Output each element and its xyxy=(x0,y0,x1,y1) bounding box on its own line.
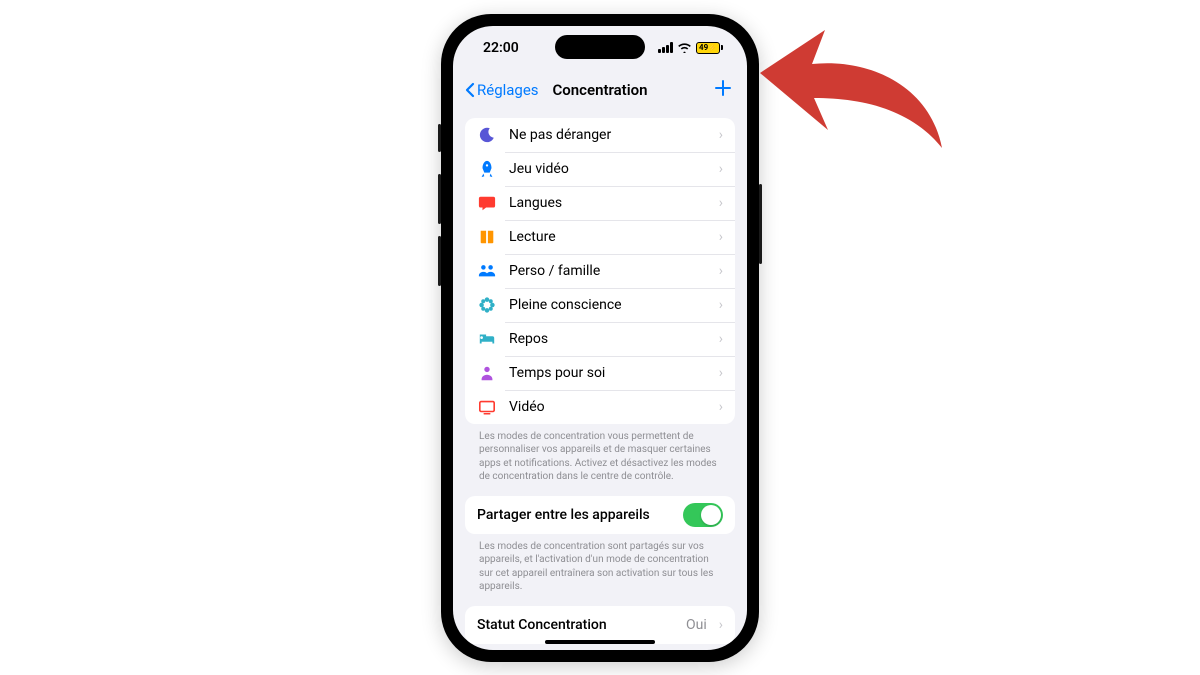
chevron-right-icon: › xyxy=(719,195,723,211)
status-time: 22:00 xyxy=(483,40,519,56)
book-icon xyxy=(477,227,497,247)
focus-row[interactable]: Jeu vidéo › xyxy=(465,152,735,186)
page-title: Concentration xyxy=(553,81,648,99)
focus-footer: Les modes de concentration vous permette… xyxy=(465,424,735,496)
person-icon xyxy=(477,363,497,383)
focus-row-label: Pleine conscience xyxy=(509,297,707,313)
focus-row[interactable]: Langues › xyxy=(465,186,735,220)
focus-row[interactable]: Temps pour soi › xyxy=(465,356,735,390)
share-toggle[interactable] xyxy=(683,503,723,527)
content: Ne pas déranger › Jeu vidéo › Langues › … xyxy=(453,110,747,650)
focus-row-label: Jeu vidéo xyxy=(509,161,707,177)
chevron-right-icon: › xyxy=(719,297,723,313)
chevron-right-icon: › xyxy=(719,127,723,143)
focus-row-label: Temps pour soi xyxy=(509,365,707,381)
side-button xyxy=(438,124,441,152)
focus-list: Ne pas déranger › Jeu vidéo › Langues › … xyxy=(465,118,735,424)
chevron-left-icon xyxy=(465,82,475,98)
signal-icon xyxy=(658,42,673,53)
share-group: Partager entre les appareils xyxy=(465,496,735,534)
screen: 22:00 49⚡ Réglages Concentration xyxy=(453,26,747,650)
nav-bar: Réglages Concentration xyxy=(453,70,747,110)
focus-row[interactable]: Ne pas déranger › xyxy=(465,118,735,152)
share-row[interactable]: Partager entre les appareils xyxy=(465,496,735,534)
share-footer: Les modes de concentration sont partagés… xyxy=(465,534,735,606)
focus-row-label: Lecture xyxy=(509,229,707,245)
wifi-icon xyxy=(677,42,692,53)
status-row[interactable]: Statut Concentration Oui › xyxy=(465,606,735,644)
focus-row-label: Vidéo xyxy=(509,399,707,415)
phone-frame: 22:00 49⚡ Réglages Concentration xyxy=(441,14,759,662)
chevron-right-icon: › xyxy=(719,365,723,381)
side-button xyxy=(438,174,441,224)
focus-row-label: Perso / famille xyxy=(509,263,707,279)
battery-icon: 49⚡ xyxy=(696,42,723,54)
arrow-annotation xyxy=(740,18,970,188)
chevron-right-icon: › xyxy=(719,161,723,177)
home-indicator xyxy=(545,640,655,644)
chat-icon xyxy=(477,193,497,213)
chevron-right-icon: › xyxy=(719,331,723,347)
side-button xyxy=(438,236,441,286)
focus-row-label: Langues xyxy=(509,195,707,211)
status-group: Statut Concentration Oui › xyxy=(465,606,735,644)
chevron-right-icon: › xyxy=(719,399,723,415)
back-button[interactable]: Réglages xyxy=(465,81,539,99)
dynamic-island xyxy=(555,35,645,59)
moon-icon xyxy=(477,125,497,145)
status-value: Oui xyxy=(686,617,707,633)
focus-row[interactable]: Repos › xyxy=(465,322,735,356)
focus-row[interactable]: Lecture › xyxy=(465,220,735,254)
share-label: Partager entre les appareils xyxy=(477,507,671,523)
tv-icon xyxy=(477,397,497,417)
chevron-right-icon: › xyxy=(719,263,723,279)
battery-level: 49 xyxy=(699,43,708,52)
chevron-right-icon: › xyxy=(719,617,723,633)
plus-icon xyxy=(713,78,733,98)
add-button[interactable] xyxy=(711,78,735,102)
back-label: Réglages xyxy=(477,81,539,99)
focus-row-label: Repos xyxy=(509,331,707,347)
rocket-icon xyxy=(477,159,497,179)
status-right: 49⚡ xyxy=(658,42,723,54)
side-button xyxy=(759,184,762,264)
focus-row[interactable]: Perso / famille › xyxy=(465,254,735,288)
chevron-right-icon: › xyxy=(719,229,723,245)
focus-row[interactable]: Pleine conscience › xyxy=(465,288,735,322)
bed-icon xyxy=(477,329,497,349)
focus-row-label: Ne pas déranger xyxy=(509,127,707,143)
focus-row[interactable]: Vidéo › xyxy=(465,390,735,424)
status-label: Statut Concentration xyxy=(477,617,674,633)
flower-icon xyxy=(477,295,497,315)
people-icon xyxy=(477,261,497,281)
status-footer: Lorsque vous autorisez une app, celle-ci… xyxy=(465,644,735,650)
